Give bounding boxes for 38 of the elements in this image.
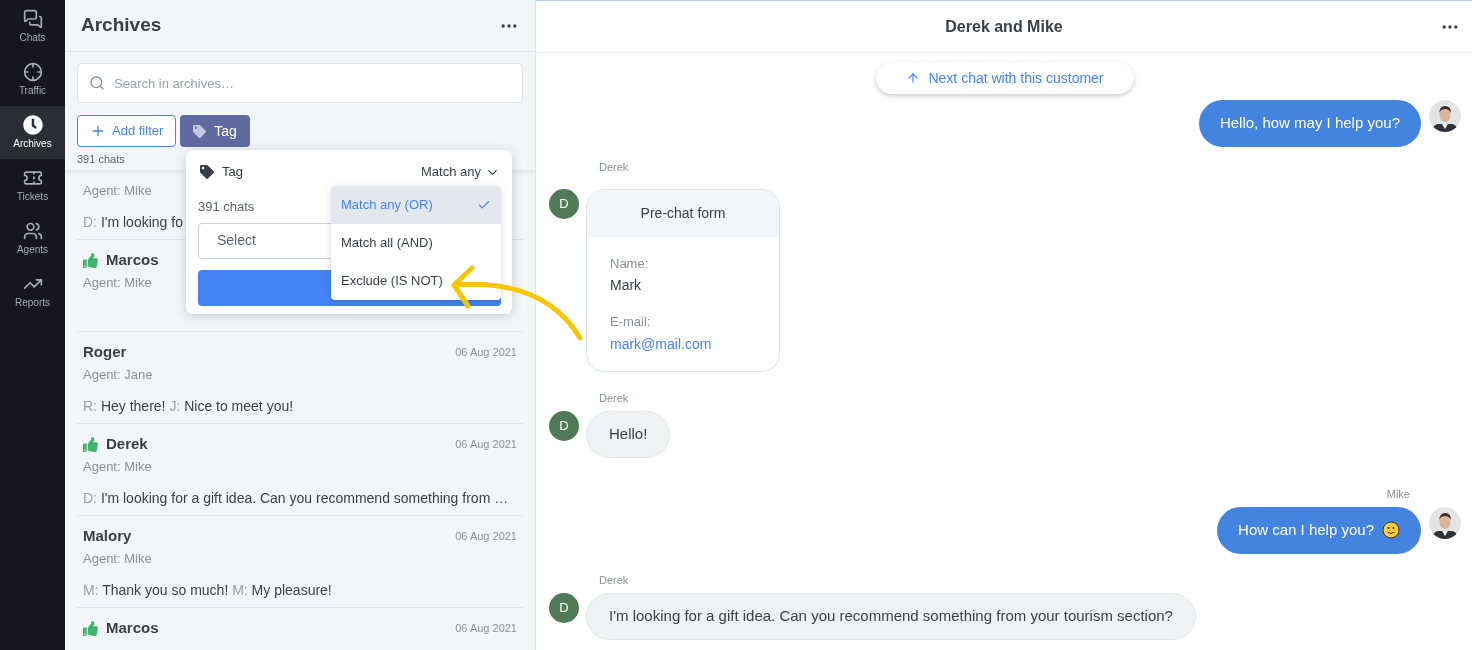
user-avatar: D bbox=[549, 593, 579, 623]
field-value: Mark bbox=[610, 276, 642, 295]
message-bubble: How can I help you? bbox=[1217, 506, 1421, 554]
agent-label: Agent: Mike bbox=[83, 273, 152, 292]
chat-name: Malory bbox=[83, 526, 132, 547]
message-preview: M: Thank you so much! M: My pleasure! bbox=[83, 581, 332, 600]
message-bubble: Hello, how may I help you? bbox=[1198, 100, 1421, 147]
chat-date: 06 Aug 2021 bbox=[455, 621, 517, 637]
chat-count: 391 chats bbox=[198, 198, 255, 216]
form-title: Pre-chat form bbox=[640, 203, 726, 223]
chat-title: Derek and Mike bbox=[945, 16, 1063, 37]
popover-title: Tag bbox=[222, 163, 243, 182]
chat-name: Roger bbox=[83, 342, 127, 363]
chat-count: 391 chats bbox=[77, 152, 126, 167]
message-preview: D: I'm looking for a gift idea. Can you recommend something from … bbox=[83, 489, 509, 508]
message-bubble: Hello! bbox=[586, 411, 671, 458]
author-name: Derek bbox=[599, 160, 630, 175]
agent-label: Agent: Mike bbox=[83, 457, 152, 476]
agent-label: Agent: Mike bbox=[83, 549, 152, 568]
message-preview: R: Hey there! J: Nice to meet you! bbox=[83, 397, 294, 416]
chat-name: Derek bbox=[106, 434, 148, 455]
chat-name: Marcos bbox=[106, 250, 159, 271]
message-bubble: I'm looking for a gift idea. Can you recommend something from your tourism section? bbox=[586, 593, 1196, 640]
field-label: Name: bbox=[610, 254, 649, 273]
chat-name: Marcos bbox=[106, 618, 159, 639]
chat-date: 06 Aug 2021 bbox=[455, 529, 517, 545]
author-name: Derek bbox=[599, 390, 630, 406]
panel-title: Archives bbox=[81, 13, 162, 38]
chat-date: 06 Aug 2021 bbox=[455, 437, 517, 453]
message-preview: D: I'm looking fo bbox=[83, 213, 183, 232]
field-label: E-mail: bbox=[610, 313, 651, 331]
agent-label: Agent: Jane bbox=[83, 365, 153, 384]
author-name: Mike bbox=[1386, 487, 1410, 502]
agent-label: Agent: Mike bbox=[83, 181, 152, 200]
user-avatar: D bbox=[549, 411, 579, 441]
author-name: Derek bbox=[599, 572, 630, 588]
chat-date: 06 Aug 2021 bbox=[455, 345, 517, 361]
user-avatar: D bbox=[549, 188, 579, 219]
